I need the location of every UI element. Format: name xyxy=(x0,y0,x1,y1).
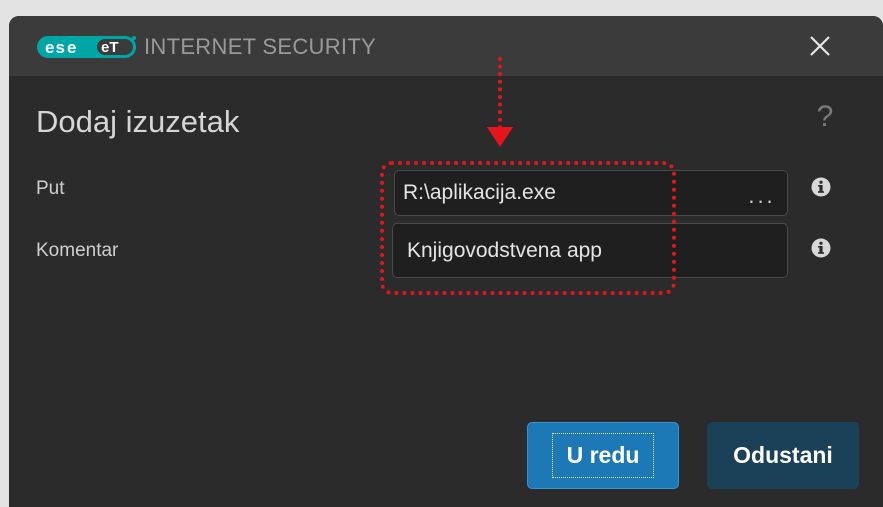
info-icon[interactable] xyxy=(811,238,831,258)
comment-label: Komentar xyxy=(36,240,119,261)
ok-button-label: U redu xyxy=(551,433,655,478)
help-icon[interactable]: ? xyxy=(811,100,839,140)
close-icon xyxy=(810,36,830,56)
svg-text:eT: eT xyxy=(101,39,119,56)
browse-button[interactable]: ... xyxy=(740,177,784,209)
dialog-title: Dodaj izuzetak xyxy=(36,104,240,139)
close-button[interactable] xyxy=(797,26,843,66)
svg-text:e: e xyxy=(67,38,76,57)
path-label: Put xyxy=(36,178,65,199)
ok-button[interactable]: U redu xyxy=(527,422,679,489)
eset-logo-icon: es e eT xyxy=(37,36,136,58)
arrow-head xyxy=(487,127,513,147)
info-icon[interactable] xyxy=(811,177,831,197)
title-bar: es e eT INTERNET SECURITY xyxy=(9,16,883,76)
dialog-window: es e eT INTERNET SECURITY Dodaj izuzetak… xyxy=(9,16,883,507)
cancel-button[interactable]: Odustani xyxy=(707,422,859,489)
svg-text:es: es xyxy=(45,38,66,57)
app-name: INTERNET SECURITY xyxy=(144,34,377,59)
highlight-frame xyxy=(380,161,676,295)
arrow-down-icon xyxy=(498,57,502,137)
